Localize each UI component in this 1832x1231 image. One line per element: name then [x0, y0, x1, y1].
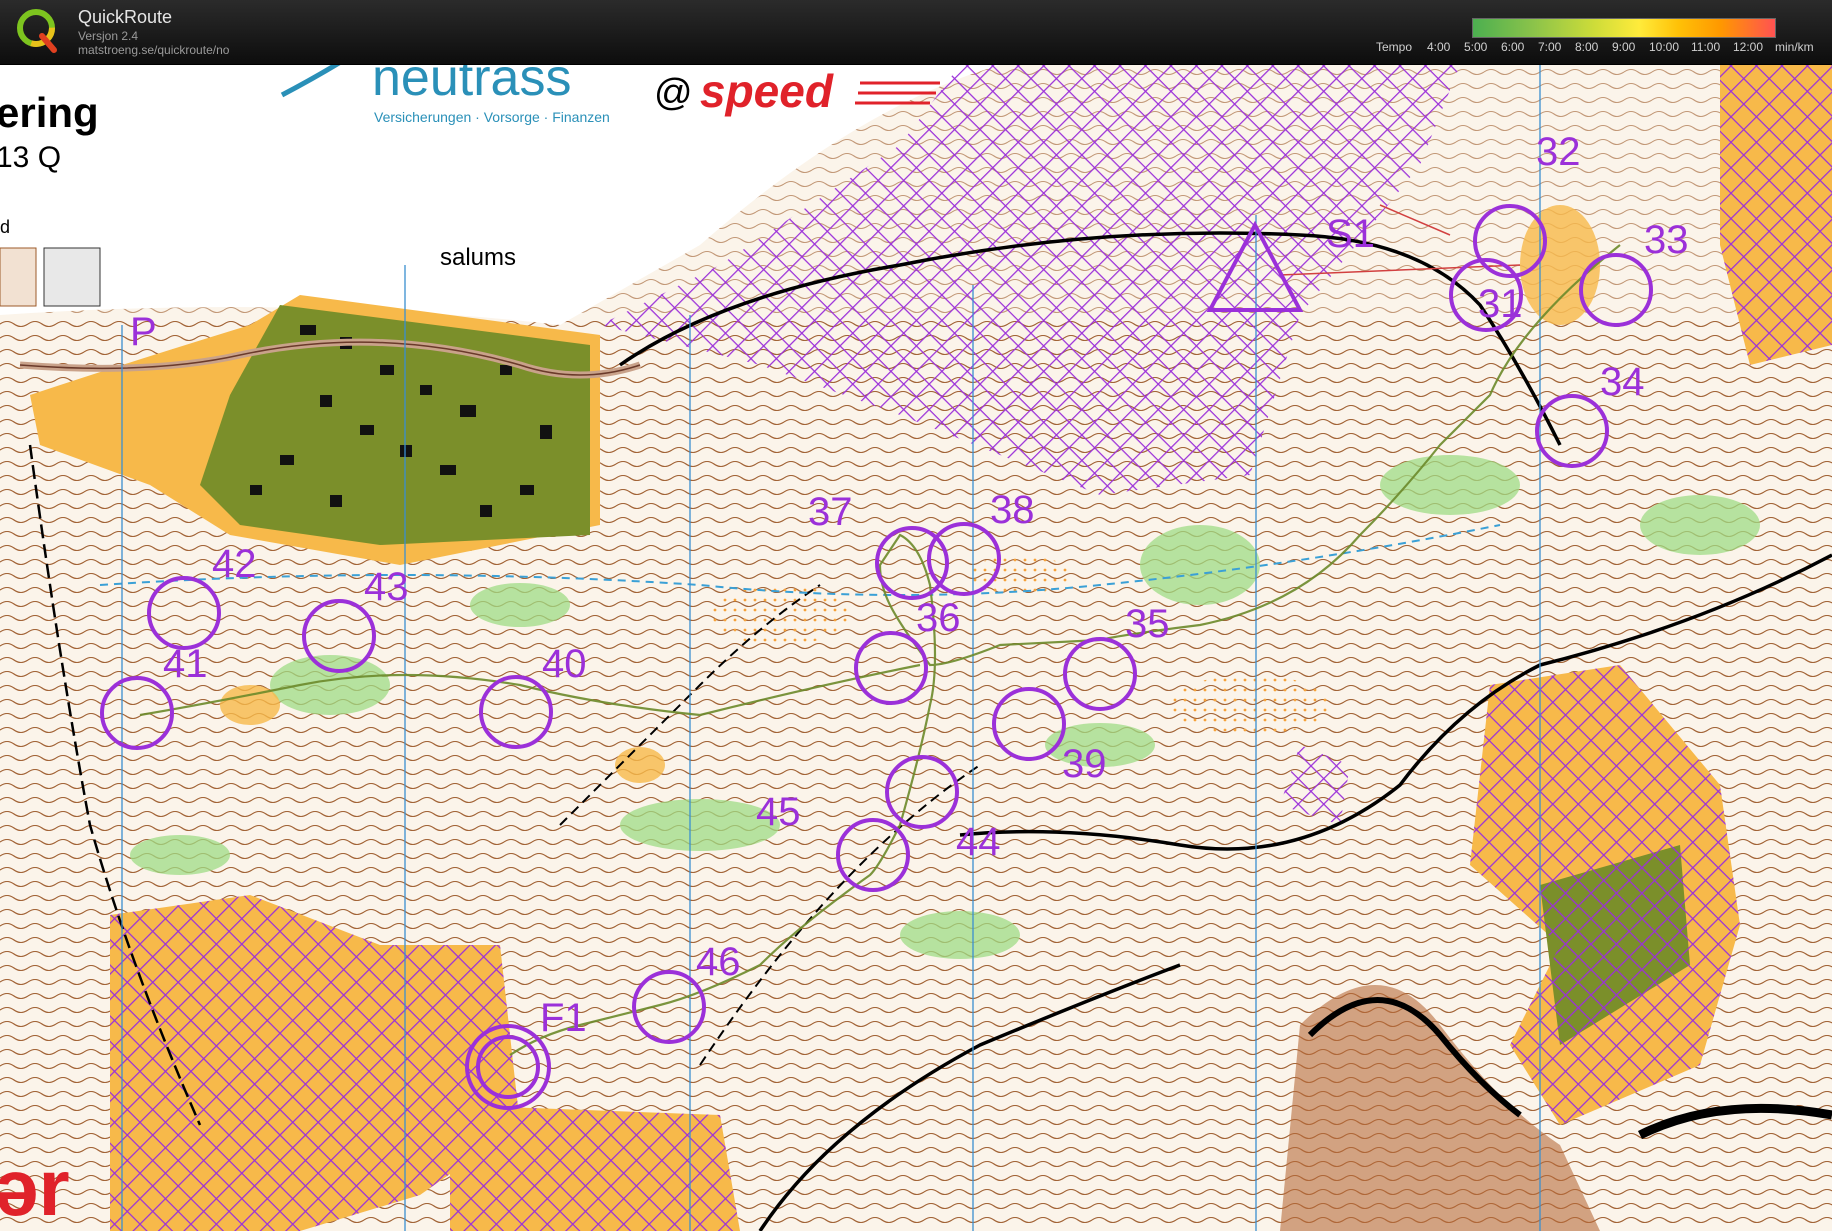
control-number: 45: [756, 790, 801, 834]
tempo-tick: 10:00: [1649, 40, 1680, 54]
tempo-tick: 9:00: [1612, 40, 1636, 54]
tempo-tick: 7:00: [1538, 40, 1562, 54]
app-version: Versjon 2.4: [78, 29, 139, 43]
tempo-unit: min/km: [1775, 40, 1814, 54]
map-canvas[interactable]: 31 32 33 34 35 36 37 38 39 40 41 42 43 4…: [0, 65, 1832, 1231]
finish-label: F1: [540, 996, 587, 1040]
legend-fragment: d: [0, 217, 10, 237]
map-title-fragment: ering: [0, 89, 99, 136]
tempo-legend: Tempo 4:00 5:00 6:00 7:00 8:00 9:00 10:0…: [1376, 18, 1816, 58]
control-number: 44: [956, 820, 1001, 864]
control-number: 31: [1478, 282, 1523, 326]
sponsor-at: @: [654, 72, 693, 114]
tempo-tick: 6:00: [1501, 40, 1525, 54]
control-number: 32: [1536, 130, 1581, 174]
sponsor-speed: speed: [700, 65, 834, 117]
orienteering-map[interactable]: 31 32 33 34 35 36 37 38 39 40 41 42 43 4…: [0, 65, 1832, 1231]
forbidden-area-south: [450, 1105, 740, 1231]
legend-swatch-cliffs: [43, 247, 101, 307]
quickroute-logo: [17, 9, 57, 53]
start-label: S1: [1326, 212, 1375, 256]
app-header: QuickRoute Versjon 2.4 matstroeng.se/qui…: [0, 0, 1832, 65]
control-number: 46: [696, 940, 741, 984]
tempo-tick: 4:00: [1427, 40, 1451, 54]
tempo-tick: 5:00: [1464, 40, 1488, 54]
control-number: 41: [163, 642, 208, 686]
control-number: 36: [916, 596, 961, 640]
control-number: 40: [542, 642, 587, 686]
control-number: 39: [1062, 742, 1107, 786]
tempo-tick: 12:00: [1733, 40, 1764, 54]
tempo-tick: 8:00: [1575, 40, 1599, 54]
control-number: 37: [808, 490, 853, 534]
legend-swatch-contours: [0, 247, 37, 307]
place-name: salums: [440, 244, 516, 271]
app-url: matstroeng.se/quickroute/no: [78, 43, 230, 57]
control-number: 33: [1644, 218, 1689, 262]
parking-label: P: [130, 310, 157, 354]
control-number: 38: [990, 488, 1035, 532]
app-title: QuickRoute: [78, 7, 173, 27]
tempo-label: Tempo: [1376, 40, 1413, 54]
bottom-left-logo: ər: [0, 1143, 70, 1231]
sponsor-neutrass: neutrass: [372, 65, 571, 107]
sponsor-neutrass-tagline: Versicherungen · Vorsorge · Finanzen: [374, 109, 610, 125]
control-number: 43: [364, 565, 409, 609]
tempo-color-scale: [1472, 18, 1776, 38]
control-number: 34: [1600, 360, 1645, 404]
control-number: 35: [1125, 602, 1170, 646]
class-fragment: 13 Q: [0, 141, 61, 174]
control-number: 42: [212, 542, 257, 586]
tempo-tick: 11:00: [1691, 40, 1721, 54]
